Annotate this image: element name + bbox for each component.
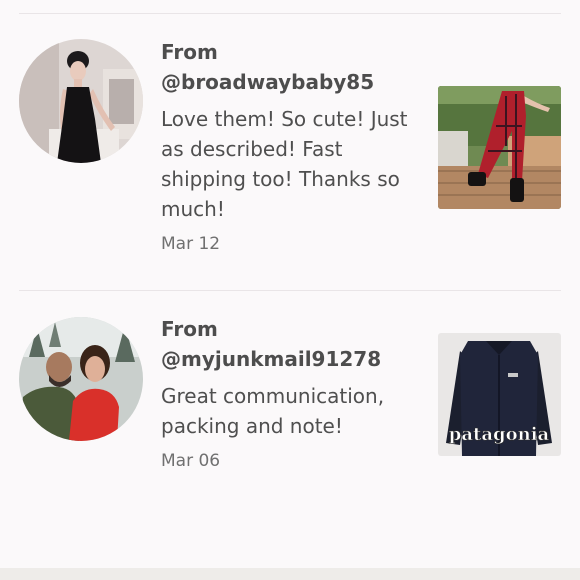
product-photo-patagonia-jacket: patagonia	[438, 333, 561, 456]
review-comment: Love them! So cute! Just as described! F…	[161, 107, 408, 221]
from-label: From	[161, 317, 218, 341]
product-thumbnail[interactable]: patagonia	[438, 333, 561, 456]
avatar-photo-woman-black-dress	[19, 39, 143, 163]
review-text-column: From @myjunkmail91278 Great communicatio…	[161, 314, 416, 472]
review-date: Mar 12	[161, 234, 221, 254]
review-date: Mar 06	[161, 451, 221, 471]
avatar-photo-couple-snow	[19, 317, 143, 441]
reviewer-avatar[interactable]	[19, 317, 143, 441]
review-comment: Great communication, packing and note!	[161, 384, 385, 438]
from-label: From	[161, 40, 218, 64]
review-text-column: From @broadwaybaby85 Love them! So cute!…	[161, 37, 416, 255]
product-brand-text: patagonia	[449, 424, 550, 445]
review-divider	[19, 290, 561, 291]
top-divider	[19, 13, 561, 14]
reviewer-handle-link[interactable]: @myjunkmail91278	[161, 344, 416, 374]
product-photo-plaid-pants	[438, 86, 561, 209]
product-thumbnail[interactable]	[438, 86, 561, 209]
bottom-bar	[0, 568, 580, 580]
reviewer-avatar[interactable]	[19, 39, 143, 163]
reviewer-handle-link[interactable]: @broadwaybaby85	[161, 67, 416, 97]
